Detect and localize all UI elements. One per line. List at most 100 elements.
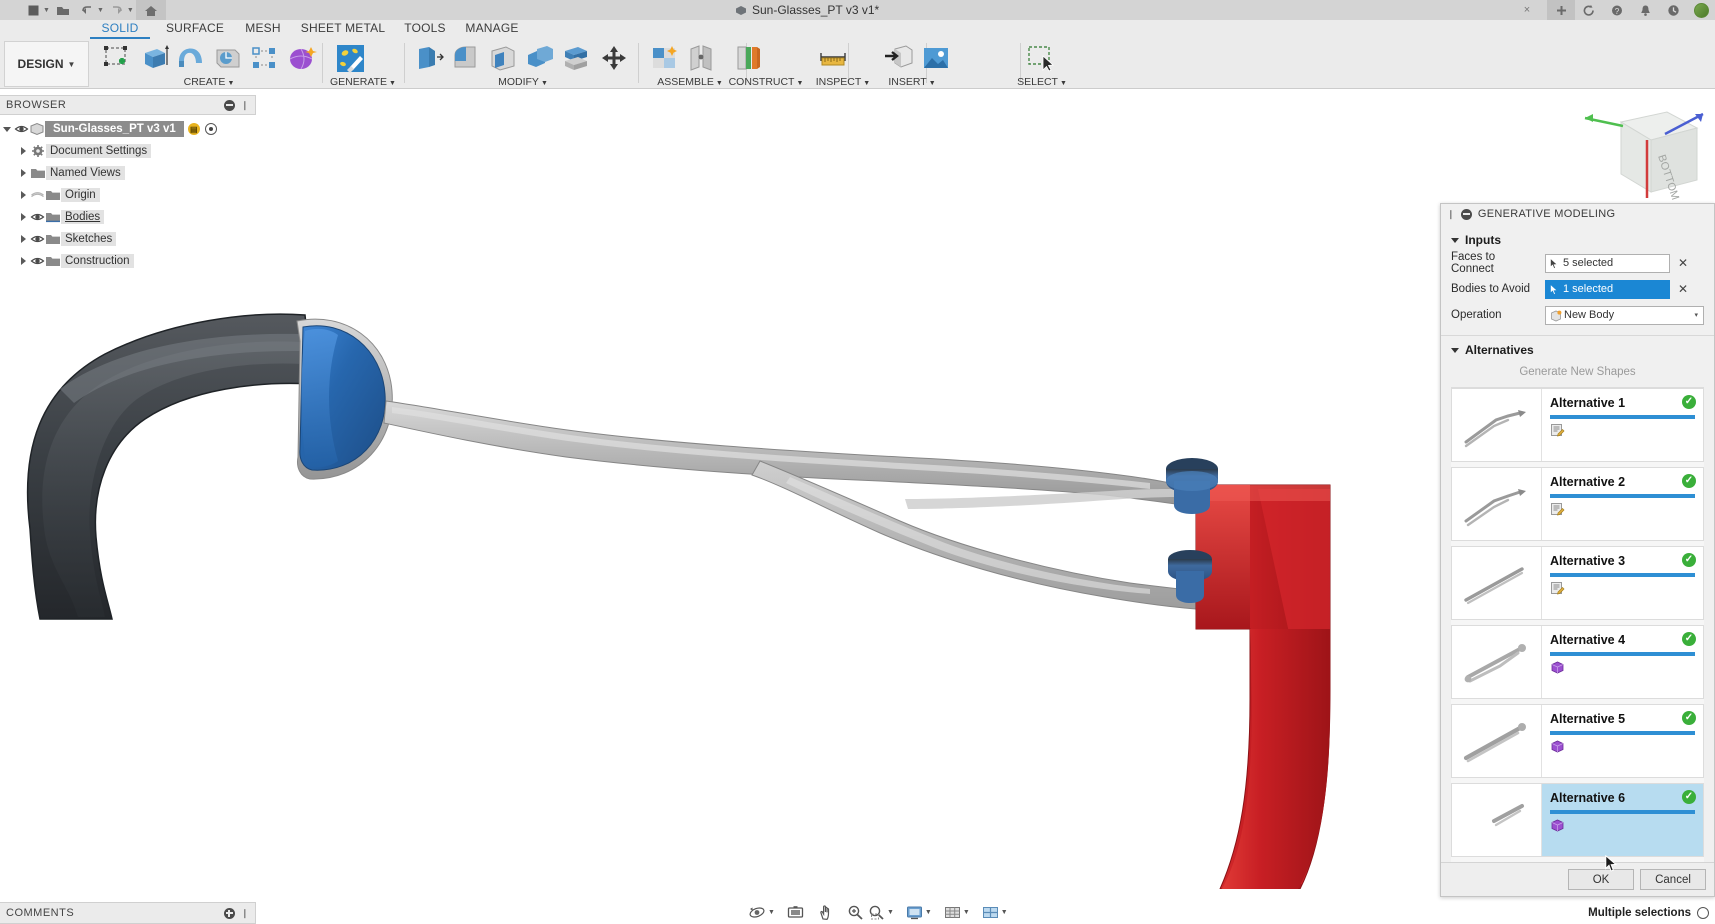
display-settings-control[interactable]: ▼	[905, 904, 932, 921]
viewports-control[interactable]: ▼	[981, 904, 1008, 921]
alternatives-section-header[interactable]: Alternatives	[1441, 340, 1714, 360]
root-radio-icon[interactable]	[204, 123, 217, 135]
construction-plane-icon[interactable]	[732, 43, 766, 73]
create-sketch-icon[interactable]	[100, 43, 134, 73]
help-button[interactable]: ?	[1603, 0, 1631, 20]
alternatives-list[interactable]: Alternative 1 ✓ Alternative 2 ✓ Alternat…	[1451, 387, 1704, 866]
add-comment-icon[interactable]	[223, 907, 235, 919]
comments-bar[interactable]: COMMENTS ❙	[0, 902, 256, 924]
alternative-card-5[interactable]: Alternative 5 ✓	[1451, 704, 1704, 778]
undo-caret[interactable]: ▼	[97, 7, 104, 14]
offset-face-icon[interactable]	[560, 43, 594, 73]
chevron-down-icon[interactable]: ▼	[768, 909, 775, 916]
expand-arrow[interactable]	[16, 169, 30, 177]
chevron-down-icon[interactable]: ▼	[1001, 909, 1008, 916]
inputs-section-header[interactable]: Inputs	[1441, 230, 1714, 250]
new-tab-button[interactable]	[1547, 0, 1575, 20]
job-status-icon[interactable]	[1659, 0, 1687, 20]
panel-header[interactable]: ❙ GENERATIVE MODELING	[1441, 204, 1714, 224]
form-icon[interactable]	[285, 43, 319, 73]
cancel-button[interactable]: Cancel	[1640, 869, 1706, 890]
extrude-icon[interactable]	[137, 43, 171, 73]
pattern-icon[interactable]	[248, 43, 282, 73]
panel-collapse-icon[interactable]	[1460, 208, 1472, 220]
alternative-card-4[interactable]: Alternative 4 ✓	[1451, 625, 1704, 699]
expand-arrow[interactable]	[16, 235, 30, 243]
clear-faces-to-connect-button[interactable]: ✕	[1676, 256, 1690, 270]
new-component-icon[interactable]	[648, 43, 682, 73]
zoom-fit-control[interactable]: ▼	[867, 904, 894, 921]
home-button[interactable]	[135, 0, 166, 20]
orbit-control[interactable]: ▼	[748, 904, 775, 921]
workspace-switcher[interactable]: DESIGN ▼	[4, 41, 89, 87]
redo-caret[interactable]: ▼	[127, 7, 134, 14]
press-pull-icon[interactable]	[412, 43, 446, 73]
chevron-down-icon[interactable]: ▼	[887, 909, 894, 916]
close-tab-icon[interactable]: ×	[1520, 2, 1534, 18]
grid-snaps-icon[interactable]	[943, 904, 962, 921]
zoom-in-icon[interactable]	[846, 904, 865, 921]
move-copy-icon[interactable]	[597, 43, 631, 73]
browser-item-named-views[interactable]: Named Views	[0, 162, 256, 184]
browser-item-construction[interactable]: Construction	[0, 250, 256, 272]
visibility-off-icon[interactable]	[30, 188, 45, 202]
zoom-fit-icon[interactable]	[867, 904, 886, 921]
tab-tools[interactable]: TOOLS	[396, 20, 454, 39]
tab-solid[interactable]: SOLID	[88, 20, 152, 39]
expand-arrow[interactable]	[16, 147, 30, 155]
tab-sheet-metal[interactable]: SHEET METAL	[293, 20, 393, 39]
notifications-bell-icon[interactable]	[1631, 0, 1659, 20]
grid-snaps-control[interactable]: ▼	[943, 904, 970, 921]
alternative-card-1[interactable]: Alternative 1 ✓	[1451, 388, 1704, 462]
chevron-down-icon[interactable]: ▼	[925, 909, 932, 916]
browser-root-row[interactable]: Sun-Glasses_PT v3 v1 ▤	[0, 118, 256, 140]
panel-dock-icon[interactable]: ❙	[1447, 209, 1455, 220]
viewcube[interactable]: BOTTOM	[1525, 100, 1715, 215]
revolve-icon[interactable]	[174, 43, 208, 73]
orbit-icon[interactable]	[748, 904, 767, 921]
browser-item-origin[interactable]: Origin	[0, 184, 256, 206]
clear-bodies-to-avoid-button[interactable]: ✕	[1676, 282, 1690, 296]
visibility-icon[interactable]	[30, 210, 45, 224]
edit-doc-icon[interactable]	[1550, 503, 1565, 520]
alternative-card-3[interactable]: Alternative 3 ✓	[1451, 546, 1704, 620]
redo-button[interactable]	[106, 1, 128, 19]
root-visibility-icon[interactable]	[14, 122, 29, 136]
avatar[interactable]	[1687, 0, 1715, 20]
save-button[interactable]	[22, 1, 44, 19]
browser-item-document-settings[interactable]: Document Settings	[0, 140, 256, 162]
edit-doc-icon[interactable]	[1550, 582, 1565, 599]
bodies-to-avoid-selection[interactable]: 1 selected	[1545, 279, 1670, 299]
browser-dock-icon[interactable]: ❙	[241, 100, 249, 111]
root-expand-arrow[interactable]	[0, 126, 14, 132]
display-settings-icon[interactable]	[905, 904, 924, 921]
chevron-down-icon[interactable]: ▼	[963, 909, 970, 916]
expand-arrow[interactable]	[16, 213, 30, 221]
alternative-card-2[interactable]: Alternative 2 ✓	[1451, 467, 1704, 541]
sweep-icon[interactable]	[211, 43, 245, 73]
browser-collapse-icon[interactable]	[223, 99, 235, 111]
viewports-icon[interactable]	[981, 904, 1000, 921]
joint-icon[interactable]	[685, 43, 719, 73]
tab-mesh[interactable]: MESH	[237, 20, 289, 39]
visibility-icon[interactable]	[30, 232, 45, 246]
generative-design-icon[interactable]	[330, 43, 370, 73]
browser-item-bodies[interactable]: Bodies	[0, 206, 256, 228]
ok-button[interactable]: OK	[1568, 869, 1634, 890]
mesh-cube-icon[interactable]	[1550, 661, 1565, 678]
visibility-icon[interactable]	[30, 254, 45, 268]
select-window-icon[interactable]	[1025, 43, 1059, 73]
expand-arrow[interactable]	[16, 191, 30, 199]
insert-derive-icon[interactable]	[882, 43, 916, 73]
alternative-card-6[interactable]: Alternative 6 ✓	[1451, 783, 1704, 857]
pan-icon[interactable]	[816, 904, 835, 921]
refresh-button[interactable]	[1575, 0, 1603, 20]
mesh-cube-icon[interactable]	[1550, 740, 1565, 757]
undo-button[interactable]	[76, 1, 98, 19]
chevron-down-icon[interactable]: ▾	[1694, 311, 1698, 319]
faces-to-connect-selection[interactable]: 5 selected	[1545, 253, 1670, 273]
comments-dock-icon[interactable]: ❙	[241, 908, 249, 919]
root-status-badge[interactable]: ▤	[187, 123, 200, 135]
tab-surface[interactable]: SURFACE	[155, 20, 235, 39]
expand-arrow[interactable]	[16, 257, 30, 265]
